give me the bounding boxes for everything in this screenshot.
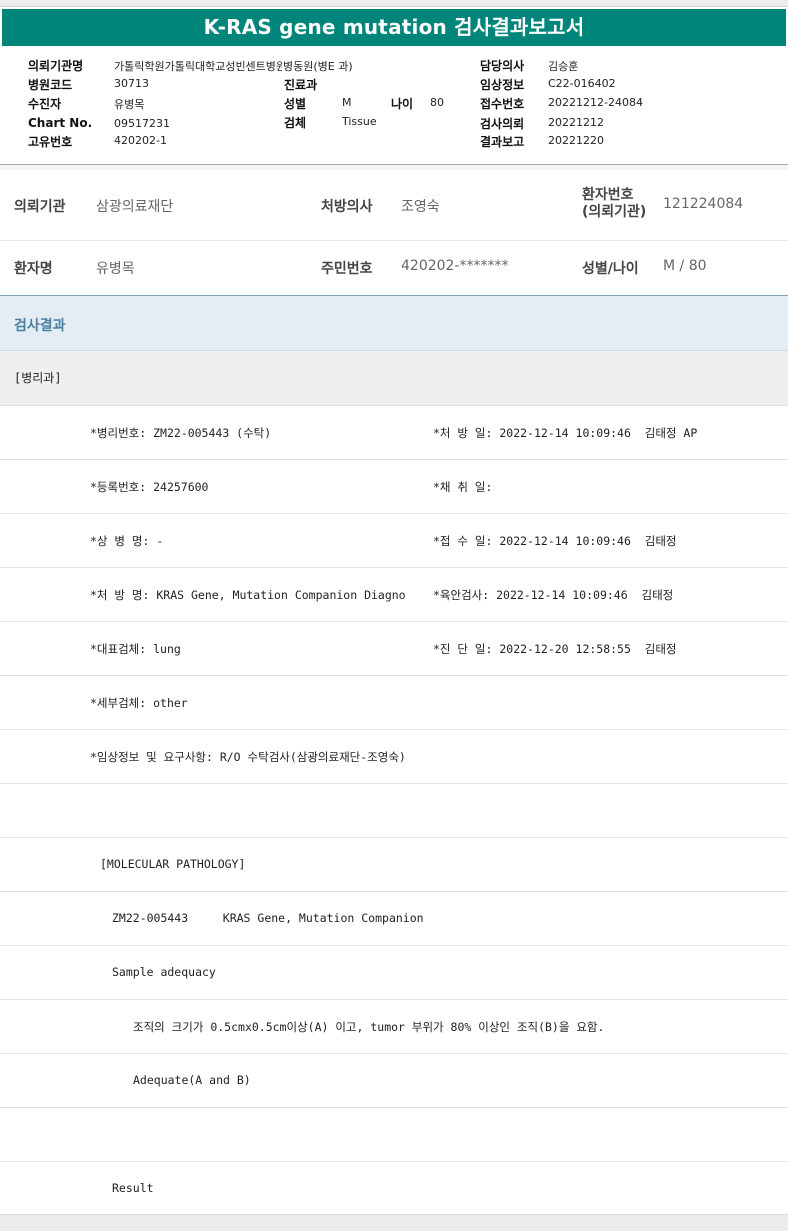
patient-label: 수진자 [28, 97, 62, 111]
detail-left: *처 방 명: KRAS Gene, Mutation Companion Di… [90, 588, 406, 602]
receipt-value: 20221212-24084 [548, 96, 643, 109]
detail-left: *상 병 명: - [90, 534, 164, 548]
detail-row: *세부검체: other [0, 676, 788, 730]
patient-name-value: 유병목 [96, 261, 135, 277]
info-row-institution: 의뢰기관 삼광의료재단 처방의사 조영숙 환자번호 (의뢰기관) 1212240… [0, 171, 788, 241]
chart-label: Chart No. [28, 116, 93, 130]
age-value: 80 [430, 96, 444, 109]
resident-no-value: 420202-******* [401, 258, 509, 274]
sex-age-label: 성별/나이 [582, 261, 639, 277]
detail-left: *병리번호: ZM22-005443 (수탁) [90, 426, 272, 440]
top-border [0, 0, 788, 7]
institution-value-tail: 병동원(병E 과) [283, 60, 353, 73]
report-row: Result [0, 1162, 788, 1216]
detail-left: *세부검체: other [90, 696, 188, 710]
prescriber-label: 처방의사 [321, 199, 373, 215]
clinical-value: C22-016402 [548, 77, 616, 90]
institution-value: 가톨릭학원가톨릭대학교성빈센트병원(병동 과) [114, 60, 282, 73]
req-inst-value: 삼광의료재단 [96, 199, 174, 215]
detail-right: *처 방 일: 2022-12-14 10:09:46 김태정 AP [433, 426, 698, 440]
detail-left: *대표검체: lung [90, 642, 181, 656]
detail-right: *육안검사: 2022-12-14 10:09:46 김태정 [433, 588, 674, 602]
detail-row: *처 방 명: KRAS Gene, Mutation Companion Di… [0, 568, 788, 622]
patient-value: 유병목 [114, 98, 145, 111]
detail-row: *상 병 명: - *접 수 일: 2022-12-14 10:09:46 김태… [0, 514, 788, 568]
report-row: ZM22-005443 KRAS Gene, Mutation Companio… [0, 892, 788, 946]
detail-right: *진 단 일: 2022-12-20 12:58:55 김태정 [433, 642, 677, 656]
request-label: 검사의뢰 [480, 117, 525, 131]
resident-no-label: 주민번호 [321, 261, 373, 277]
report-date-label: 결과보고 [480, 135, 525, 149]
criteria-text: 조직의 크기가 0.5cmx0.5cm이상(A) 이고, tumor 부위가 8… [133, 1020, 605, 1034]
report-row: [MOLECULAR PATHOLOGY] [0, 838, 788, 892]
hospital-code-value: 30713 [114, 77, 149, 90]
case-line: ZM22-005443 KRAS Gene, Mutation Companio… [112, 911, 424, 925]
detail-row: *대표검체: lung *진 단 일: 2022-12-20 12:58:55 … [0, 622, 788, 676]
sex-label: 성별 [284, 97, 307, 111]
sex-age-value: M / 80 [663, 258, 707, 274]
hospital-code-label: 병원코드 [28, 78, 73, 92]
sex-value: M [342, 96, 352, 109]
blank-row [0, 784, 788, 838]
doctor-label: 담당의사 [480, 59, 525, 73]
doctor-value: 김승훈 [548, 60, 579, 73]
detail-right: *접 수 일: 2022-12-14 10:09:46 김태정 [433, 534, 677, 548]
unique-label: 고유번호 [28, 135, 73, 149]
section-title: 검사결과 [14, 318, 66, 334]
receipt-label: 접수번호 [480, 97, 525, 111]
dept-label: [병리과] [14, 371, 62, 385]
report-date-value: 20221220 [548, 134, 604, 147]
dept-label: 진료과 [284, 78, 318, 92]
detail-row: *임상정보 및 요구사항: R/O 수탁검사(삼광의료재단-조영숙) [0, 730, 788, 784]
req-inst-label: 의뢰기관 [14, 199, 66, 215]
detail-left: *임상정보 및 요구사항: R/O 수탁검사(삼광의료재단-조영숙) [90, 750, 406, 764]
report-row: Sample adequacy [0, 946, 788, 1000]
adequate-text: Adequate(A and B) [133, 1073, 251, 1087]
report-row: Adequate(A and B) [0, 1054, 788, 1108]
patient-no-label: 환자번호 (의뢰기관) [582, 187, 647, 220]
clinical-label: 임상정보 [480, 78, 525, 92]
result-label: Result [112, 1181, 154, 1195]
info-row-patient: 환자명 유병목 주민번호 420202-******* 성별/나이 M / 80 [0, 241, 788, 295]
detail-left: *등록번호: 24257600 [90, 480, 209, 494]
institution-label: 의뢰기관명 [28, 59, 84, 73]
molecular-title: [MOLECULAR PATHOLOGY] [100, 857, 246, 871]
age-label: 나이 [391, 97, 414, 111]
unique-value: 420202-1 [114, 134, 167, 147]
dept-row: [병리과] [0, 351, 788, 406]
patient-no-value: 121224084 [663, 196, 744, 212]
sample-adequacy: Sample adequacy [112, 965, 216, 979]
prescriber-value: 조영숙 [401, 199, 440, 215]
request-value: 20221212 [548, 116, 604, 129]
detail-right: *채 취 일: [433, 480, 493, 494]
result-section-header: 검사결과 [0, 295, 788, 351]
detail-row: *병리번호: ZM22-005443 (수탁) *처 방 일: 2022-12-… [0, 406, 788, 460]
chart-value: 09517231 [114, 117, 170, 130]
specimen-label: 검체 [284, 116, 307, 130]
blank-row [0, 1108, 788, 1162]
specimen-value: Tissue [342, 115, 377, 128]
detail-row: *등록번호: 24257600 *채 취 일: [0, 460, 788, 514]
bottom-border [0, 1214, 788, 1231]
report-title: K-RAS gene mutation 검사결과보고서 [2, 9, 786, 46]
report-row: 조직의 크기가 0.5cmx0.5cm이상(A) 이고, tumor 부위가 8… [0, 1000, 788, 1054]
patient-name-label: 환자명 [14, 261, 53, 277]
header-divider [0, 164, 788, 170]
